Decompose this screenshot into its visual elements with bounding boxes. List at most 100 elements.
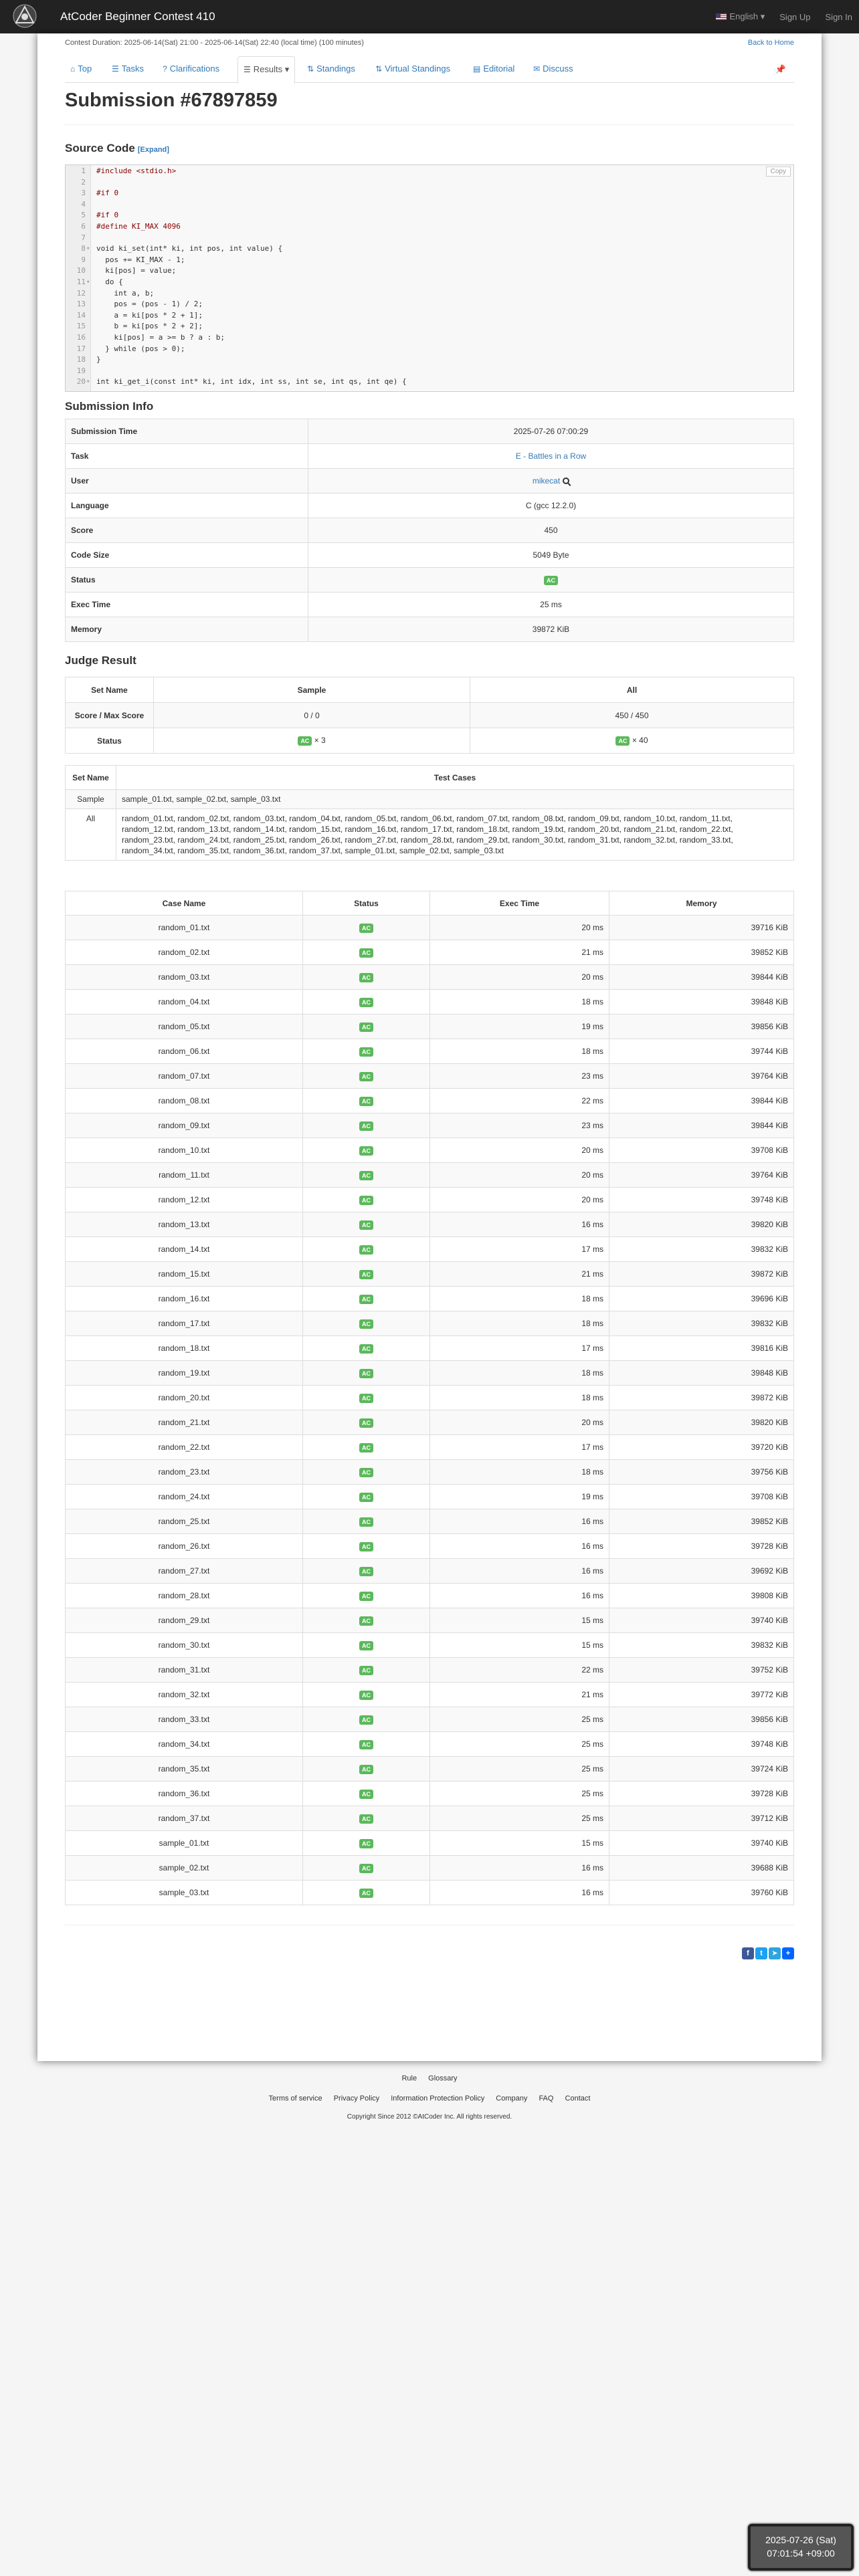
case-status: AC [302, 1113, 430, 1138]
case-memory: 39696 KiB [609, 1286, 794, 1311]
case-memory: 39856 KiB [609, 1014, 794, 1039]
sort-icon: ⇅ [307, 64, 314, 74]
code-text: } [96, 355, 101, 364]
case-memory: 39772 KiB [609, 1682, 794, 1707]
facebook-icon[interactable]: f [742, 1947, 754, 1959]
case-exec-time: 25 ms [430, 1707, 609, 1732]
footer-link-rule[interactable]: Rule [401, 2074, 417, 2082]
case-memory: 39848 KiB [609, 989, 794, 1014]
contest-title[interactable]: AtCoder Beginner Contest 410 [60, 10, 215, 23]
book-icon: ▤ [473, 64, 481, 74]
case-name: random_02.txt [65, 940, 303, 965]
source-code-block[interactable]: 1 #include <stdio.h> 2 3 #if 0 4 5 #if 0 6 #defin… [65, 165, 794, 392]
case-exec-time: 25 ms [430, 1731, 609, 1757]
judge-result-heading: Judge Result [65, 654, 136, 667]
pin-icon[interactable]: 📌 [775, 64, 786, 75]
info-row-task: Task E - Battles in a Row [65, 443, 794, 469]
tab-clarifications[interactable]: ? Clarifications [157, 56, 225, 83]
table-row: random_28.txt AC 16 ms 39808 KiB [65, 1583, 794, 1608]
footer-link-company[interactable]: Company [496, 2095, 527, 2103]
code-text: b = ki[pos * 2 + 2]; [96, 322, 203, 331]
back-to-home-link[interactable]: Back to Home [748, 39, 794, 47]
tab-virtual-standings[interactable]: ⇅ Virtual Standings [370, 56, 456, 83]
tab-tasks[interactable]: ☰ Tasks [106, 56, 149, 83]
case-memory: 39752 KiB [609, 1657, 794, 1683]
line-number: 14 [76, 310, 86, 320]
table-row: random_26.txt AC 16 ms 39728 KiB [65, 1533, 794, 1559]
status-badge: AC [359, 1220, 373, 1230]
expand-link[interactable]: [Expand] [138, 146, 169, 154]
table-row: sample_01.txt AC 15 ms 39740 KiB [65, 1830, 794, 1856]
case-exec-time: 20 ms [430, 1162, 609, 1188]
user-link[interactable]: mikecat [533, 476, 560, 486]
table-row: random_21.txt AC 20 ms 39820 KiB [65, 1410, 794, 1435]
table-row: random_29.txt AC 15 ms 39740 KiB [65, 1608, 794, 1633]
table-row: random_02.txt AC 21 ms 39852 KiB [65, 940, 794, 965]
sign-in-link[interactable]: Sign In [826, 12, 852, 22]
twitter-icon[interactable]: t [755, 1947, 767, 1959]
info-row-score: Score 450 [65, 518, 794, 543]
case-name: sample_03.txt [65, 1880, 303, 1905]
case-memory: 39816 KiB [609, 1335, 794, 1361]
footer-link-privacy[interactable]: Privacy Policy [334, 2095, 379, 2103]
code-line: 13 pos = (pos - 1) / 2; [66, 300, 793, 309]
case-name: random_16.txt [65, 1286, 303, 1311]
case-status: AC [302, 1632, 430, 1658]
table-row: random_05.txt AC 19 ms 39856 KiB [65, 1014, 794, 1039]
case-status: AC [302, 1855, 430, 1881]
tab-top[interactable]: ⌂ Top [65, 56, 97, 83]
status-badge: AC [359, 1566, 373, 1576]
case-name: random_11.txt [65, 1162, 303, 1188]
info-row-exec-time: Exec Time 25 ms [65, 592, 794, 617]
case-memory: 39724 KiB [609, 1756, 794, 1782]
status-badge: AC [359, 997, 373, 1007]
footer-link-contact[interactable]: Contact [565, 2095, 591, 2103]
case-memory: 39744 KiB [609, 1039, 794, 1064]
case-name: random_09.txt [65, 1113, 303, 1138]
case-status: AC [302, 1434, 430, 1460]
top-nav: English ▾ Sign Up Sign In [716, 0, 852, 33]
line-number: 3 [81, 189, 86, 198]
status-badge: AC [359, 923, 373, 933]
line-number: 20 [76, 377, 86, 387]
fold-toggle-icon[interactable]: ▾ [86, 244, 90, 253]
judge-result-table: Set Name Sample All Score / Max Score 0 … [65, 677, 794, 754]
case-name: random_18.txt [65, 1335, 303, 1361]
footer-link-faq[interactable]: FAQ [539, 2095, 553, 2103]
case-memory: 39844 KiB [609, 1088, 794, 1113]
code-line: 16 ki[pos] = a >= b ? a : b; [66, 333, 793, 342]
case-memory: 39756 KiB [609, 1459, 794, 1485]
case-status: AC [302, 1731, 430, 1757]
footer-link-terms[interactable]: Terms of service [269, 2095, 322, 2103]
tab-standings[interactable]: ⇅ Standings [302, 56, 361, 83]
telegram-icon[interactable]: ➤ [769, 1947, 781, 1959]
case-exec-time: 20 ms [430, 1187, 609, 1212]
fold-toggle-icon[interactable]: ▾ [86, 278, 90, 287]
table-row: random_11.txt AC 20 ms 39764 KiB [65, 1162, 794, 1188]
status-badge: AC [359, 1715, 373, 1725]
copy-button[interactable]: Copy [765, 167, 791, 177]
case-exec-time: 21 ms [430, 1682, 609, 1707]
code-line: 17 } while (pos > 0); [66, 344, 793, 354]
status-badge: AC [359, 1665, 373, 1675]
language-dropdown[interactable]: English ▾ [716, 11, 765, 22]
atcoder-logo[interactable] [9, 3, 40, 31]
table-row: random_33.txt AC 25 ms 39856 KiB [65, 1707, 794, 1732]
case-memory: 39708 KiB [609, 1138, 794, 1163]
list-icon: ☰ [112, 64, 119, 74]
tab-results[interactable]: ☰ Results ▾ [237, 56, 296, 84]
share-plus-icon[interactable]: + [782, 1947, 794, 1959]
line-number: 19 [76, 366, 86, 375]
case-exec-time: 25 ms [430, 1756, 609, 1782]
search-icon[interactable] [563, 477, 570, 484]
tab-discuss[interactable]: ✉ Discuss [528, 56, 579, 83]
task-link[interactable]: E - Battles in a Row [516, 451, 586, 461]
fold-toggle-icon[interactable]: ▾ [86, 377, 90, 387]
tab-editorial[interactable]: ▤ Editorial [468, 56, 520, 83]
sign-up-link[interactable]: Sign Up [779, 12, 810, 22]
case-status: AC [302, 1063, 430, 1089]
table-row: random_01.txt AC 20 ms 39716 KiB [65, 915, 794, 940]
case-status: AC [302, 1707, 430, 1732]
footer-link-glossary[interactable]: Glossary [428, 2074, 457, 2082]
footer-link-info-protection[interactable]: Information Protection Policy [391, 2095, 484, 2103]
